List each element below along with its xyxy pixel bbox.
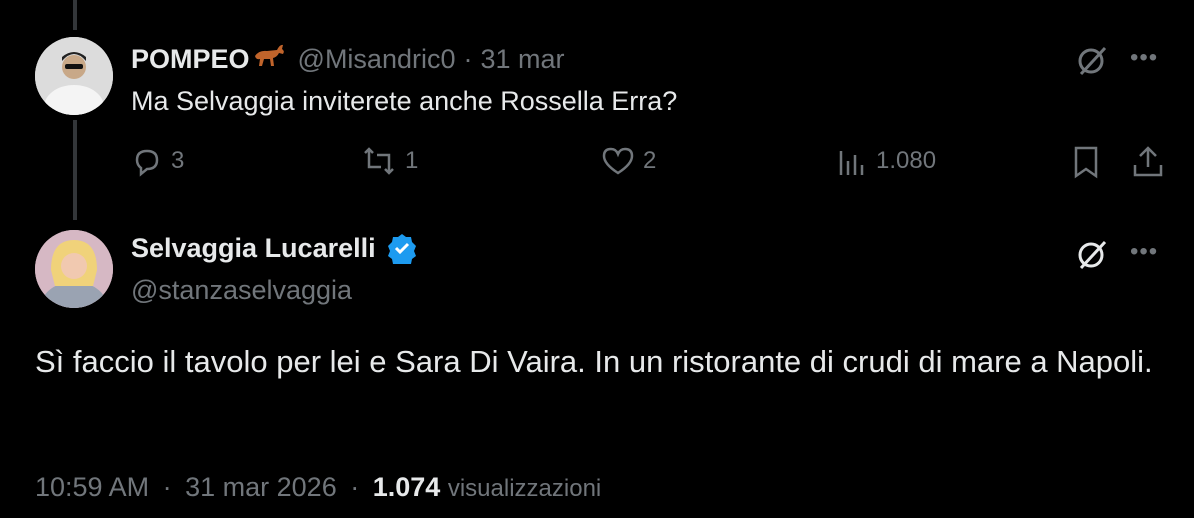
reply-actions: 3 1 2 1.080 (131, 145, 1171, 185)
post-text: Sì faccio il tavolo per lei e Sara Di Va… (35, 344, 1153, 379)
grok-icon[interactable] (1074, 42, 1110, 83)
more-icon[interactable]: ••• (1130, 238, 1158, 266)
avatar[interactable] (35, 37, 113, 115)
like-count: 2 (643, 147, 657, 174)
reply-date[interactable]: 31 mar (480, 44, 564, 75)
repost-count: 1 (405, 147, 419, 174)
reply-display-name[interactable]: POMPEO (131, 44, 250, 75)
views-button[interactable]: 1.080 (836, 145, 936, 177)
reply-handle[interactable]: @Misandric0 (298, 44, 456, 75)
separator: · (350, 472, 360, 502)
main-display-name[interactable]: Selvaggia Lucarelli (131, 233, 376, 264)
thread-line-connector (73, 120, 77, 220)
share-icon (1133, 146, 1163, 177)
avatar-image (35, 37, 113, 115)
separator: · (162, 472, 172, 502)
like-icon (602, 147, 634, 175)
share-button[interactable] (1131, 145, 1165, 179)
avatar[interactable] (35, 230, 113, 308)
repost-button[interactable]: 1 (361, 145, 418, 177)
thread-line-top (73, 0, 77, 30)
reply-button[interactable]: 3 (131, 145, 184, 177)
reply-icon (135, 149, 159, 177)
horse-emoji-icon (252, 42, 286, 77)
grok-icon[interactable] (1074, 236, 1110, 277)
views-count: 1.080 (876, 147, 937, 174)
post-views-label: visualizzazioni (447, 475, 602, 502)
verified-badge-icon (387, 234, 416, 264)
post-time[interactable]: 10:59 AM (35, 472, 149, 502)
separator: · (463, 44, 473, 74)
avatar-image (35, 230, 113, 308)
views-icon (839, 151, 864, 175)
repost-icon (364, 147, 394, 175)
post-views-count: 1.074 (372, 472, 441, 502)
bookmark-button[interactable] (1071, 145, 1101, 179)
bookmark-icon (1074, 146, 1098, 179)
reply-text: Ma Selvaggia inviterete anche Rossella E… (131, 86, 678, 116)
post-meta: 10:59 AM · 31 mar 2026 · 1.074 visualizz… (35, 472, 601, 503)
main-handle[interactable]: @stanzaselvaggia (131, 275, 352, 306)
reply-count: 3 (171, 147, 185, 174)
more-icon[interactable]: ••• (1130, 44, 1158, 72)
like-button[interactable]: 2 (601, 145, 656, 177)
post-date[interactable]: 31 mar 2026 (185, 472, 337, 502)
